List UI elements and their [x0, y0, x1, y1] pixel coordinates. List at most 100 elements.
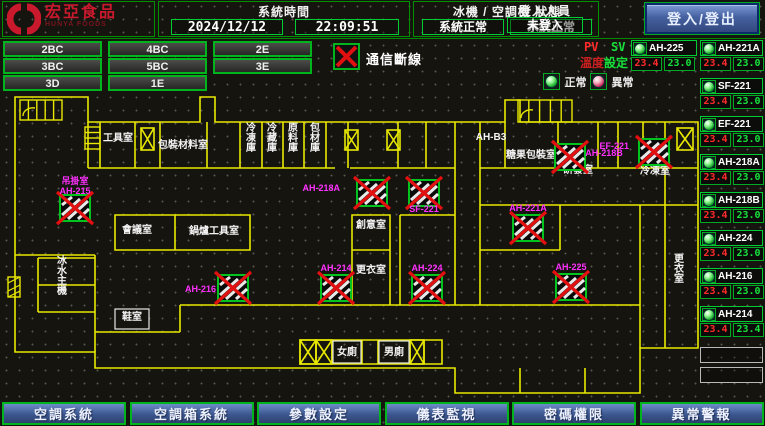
- abnormal-label: 異常: [611, 77, 633, 89]
- system-date-value: 2024/12/12: [171, 19, 283, 35]
- zone-button-3bc[interactable]: 3BC: [3, 58, 102, 74]
- nav-button-3[interactable]: 儀表監視: [385, 402, 509, 425]
- ahu-tag-label: AH-218A: [302, 183, 340, 193]
- room-label: 更衣室: [674, 253, 685, 285]
- temp-label: 溫度: [580, 56, 604, 70]
- room-label: 鍋爐工具室: [189, 224, 239, 237]
- ahu-device-icon[interactable]: [354, 177, 390, 209]
- zone-button-4bc[interactable]: 4BC: [108, 41, 207, 57]
- ahu-tag-label: AH-221A: [509, 203, 547, 213]
- zone-button-5bc[interactable]: 5BC: [108, 58, 207, 74]
- room-label: 鞋室: [122, 310, 142, 323]
- unit-values-featured: 23.4 23.0: [631, 57, 695, 71]
- zone-button-1e[interactable]: 1E: [108, 75, 207, 91]
- abnormal-lamp-icon: [590, 73, 607, 90]
- room-label: 冰水主機: [56, 254, 68, 297]
- room-label: AH-B3: [476, 132, 507, 143]
- room-label: 工具室: [103, 131, 133, 144]
- stairwell-x-boxes: [141, 128, 693, 364]
- stairwell-x-icon: [316, 340, 332, 364]
- room-label: 包材庫: [310, 121, 320, 154]
- system-time-label: 系統時間: [219, 3, 349, 20]
- unit-pv-value: 23.4: [700, 57, 731, 71]
- ahu-device-icon[interactable]: [636, 136, 672, 168]
- ahu-device-icon[interactable]: [409, 272, 445, 304]
- room-label: 會議室: [121, 223, 152, 236]
- login-status-value: 未登入: [507, 17, 583, 33]
- ahu-device-icon[interactable]: [57, 192, 93, 224]
- comm-fail-icon: [333, 43, 360, 70]
- room-label: 冷藏庫: [267, 121, 277, 154]
- temp-setting-label: 溫度設定: [580, 54, 628, 71]
- ahu-device-icon[interactable]: [215, 272, 251, 304]
- zone-button-3d[interactable]: 3D: [3, 75, 102, 91]
- unit-row-ah-221a[interactable]: AH-221A: [700, 40, 763, 56]
- logo-text: 宏亞食品: [45, 5, 117, 21]
- normal-lamp-icon: [543, 73, 560, 90]
- unit-lamp-icon: [702, 80, 716, 93]
- unit-lamp-icon: [702, 42, 716, 55]
- stairs-icon: [20, 100, 62, 120]
- unit-pv-value: 23.4: [631, 57, 662, 71]
- ahu-tag-label: SF-221: [409, 204, 439, 214]
- label-frames: [115, 309, 409, 363]
- ahu-tag-label: AH-214: [320, 263, 351, 273]
- abnormal-legend: 異常: [590, 73, 633, 91]
- setting-label: 設定: [604, 56, 628, 70]
- ahu-device-icon[interactable]: [318, 272, 354, 304]
- nav-button-0[interactable]: 空調系統: [2, 402, 126, 425]
- stairwell-x-icon: [677, 128, 693, 150]
- ahu-tag-label: AH-216: [185, 284, 216, 294]
- ahu-tag-label: EF-221: [599, 141, 629, 151]
- hmi-screen: 宏亞食品 HUNYA FOODS 系統時間 2024/12/12 22:09:5…: [0, 0, 765, 426]
- room-label: 包裝材料室: [158, 138, 208, 151]
- system-time-panel: 系統時間 2024/12/12 22:09:51: [158, 1, 410, 37]
- header-spacer: [602, 1, 640, 37]
- ahu-device-icon[interactable]: [552, 141, 588, 173]
- nav-button-5[interactable]: 異常警報: [640, 402, 764, 425]
- room-label: 男廁: [384, 345, 404, 358]
- unit-name-label: SF-221: [718, 81, 751, 92]
- hunya-logo-icon: [7, 3, 41, 35]
- normal-legend: 正常: [543, 73, 586, 91]
- unit-sv-value: 23.0: [664, 57, 695, 71]
- stairs-icon: [518, 100, 572, 122]
- room-label: 更衣室: [356, 263, 386, 276]
- nav-button-1[interactable]: 空調箱系統: [130, 402, 254, 425]
- login-logout-button[interactable]: 登入/登出: [645, 3, 759, 34]
- logo-box: 宏亞食品 HUNYA FOODS: [2, 1, 155, 37]
- room-label: 女廁: [337, 345, 357, 358]
- ahu-tag-label: AH-224: [411, 263, 442, 273]
- nav-button-2[interactable]: 參數設定: [257, 402, 381, 425]
- header-divider: [0, 38, 765, 39]
- logo-subtext: HUNYA FOODS: [45, 21, 117, 28]
- ahu-tag-label: 吊掛室: [61, 175, 88, 186]
- ahu-tag-label: AH-215: [59, 186, 90, 196]
- unit-sv-value: 23.0: [733, 57, 764, 71]
- zone-button-3e[interactable]: 3E: [213, 58, 312, 74]
- unit-values-ah-221a: 23.423.0: [700, 57, 764, 71]
- unit-name-label: AH-221A: [718, 43, 760, 54]
- room-label: 原料庫: [288, 122, 298, 154]
- ahu-tag-label: AH-225: [555, 262, 586, 272]
- zone-button-2bc[interactable]: 2BC: [3, 41, 102, 57]
- hatch-box: [8, 277, 20, 297]
- ahu-device-icon[interactable]: [510, 212, 546, 244]
- zone-button-2e[interactable]: 2E: [213, 41, 312, 57]
- unit-lamp-icon: [633, 42, 647, 55]
- stairwell-x-icon: [300, 340, 316, 364]
- stairwell-x-icon: [410, 340, 424, 364]
- stairwell-x-icon: [345, 130, 358, 150]
- nav-button-4[interactable]: 密碼權限: [512, 402, 636, 425]
- sv-label: SV: [611, 40, 625, 54]
- system-clock-value: 22:09:51: [295, 19, 399, 35]
- comm-fail-label: 通信斷線: [366, 49, 422, 68]
- room-label: 創意室: [355, 218, 386, 231]
- unit-name-label: AH-225: [649, 43, 683, 54]
- normal-label: 正常: [564, 77, 586, 89]
- pv-label: PV: [584, 40, 598, 54]
- ahu-device-icon[interactable]: [553, 271, 589, 303]
- room-label: 糖果包裝室: [506, 148, 556, 161]
- room-label: 冷凍庫: [246, 121, 257, 154]
- unit-row-featured[interactable]: AH-225: [631, 40, 697, 56]
